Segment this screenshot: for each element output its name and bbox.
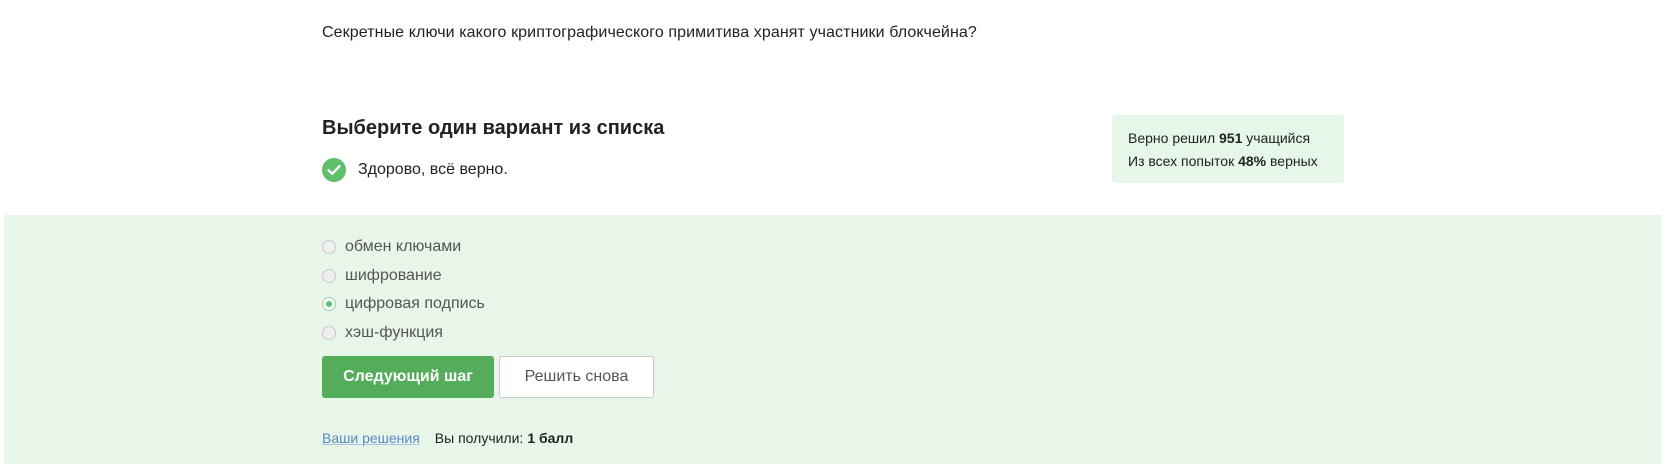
footer: Ваши решения Вы получили: 1 балл [322,430,573,446]
solved-count: 951 [1219,130,1243,146]
score-value: 1 балл [527,430,574,446]
result-status: Здорово, всё верно. [322,158,508,182]
question-text: Секретные ключи какого криптографическог… [322,24,977,41]
radio-button-selected[interactable] [322,297,336,312]
status-message: Здорово, всё верно. [358,161,508,178]
retry-button[interactable]: Решить снова [499,356,654,398]
solved-suffix: учащийся [1246,130,1311,146]
step-page: Секретные ключи какого криптографическог… [0,0,1665,464]
attempts-stat: Из всех попыток 48% верных [1128,150,1328,173]
options-list: обмен ключами шифрование цифровая подпис… [322,233,485,347]
option-label: хэш-функция [345,323,443,341]
radio-button[interactable] [322,240,336,255]
solutions-link[interactable]: Ваши решения [322,430,420,446]
attempts-prefix: Из всех попыток [1128,153,1235,169]
score-label: Вы получили: [434,430,524,446]
option-label: цифровая подпись [345,295,485,313]
stats-panel: Верно решил 951 учащийся Из всех попыток… [1112,115,1344,183]
option-label: шифрование [345,266,442,284]
option-key-exchange[interactable]: обмен ключами [322,233,485,262]
option-encryption[interactable]: шифрование [322,262,485,291]
radio-dot-icon [326,301,332,308]
radio-button[interactable] [322,325,336,340]
radio-button[interactable] [322,268,336,283]
answer-panel [4,215,1661,464]
option-label: обмен ключами [345,238,462,256]
next-step-button[interactable]: Следующий шаг [322,356,494,398]
solved-prefix: Верно решил [1128,130,1216,146]
instruction-heading: Выберите один вариант из списка [322,117,665,139]
option-hash-function[interactable]: хэш-функция [322,319,485,348]
option-digital-signature[interactable]: цифровая подпись [322,290,485,319]
attempts-suffix: верных [1270,153,1318,169]
checkmark-circle-icon [322,158,346,182]
solved-stat: Верно решил 951 учащийся [1128,127,1328,150]
attempts-percent: 48% [1238,153,1267,169]
